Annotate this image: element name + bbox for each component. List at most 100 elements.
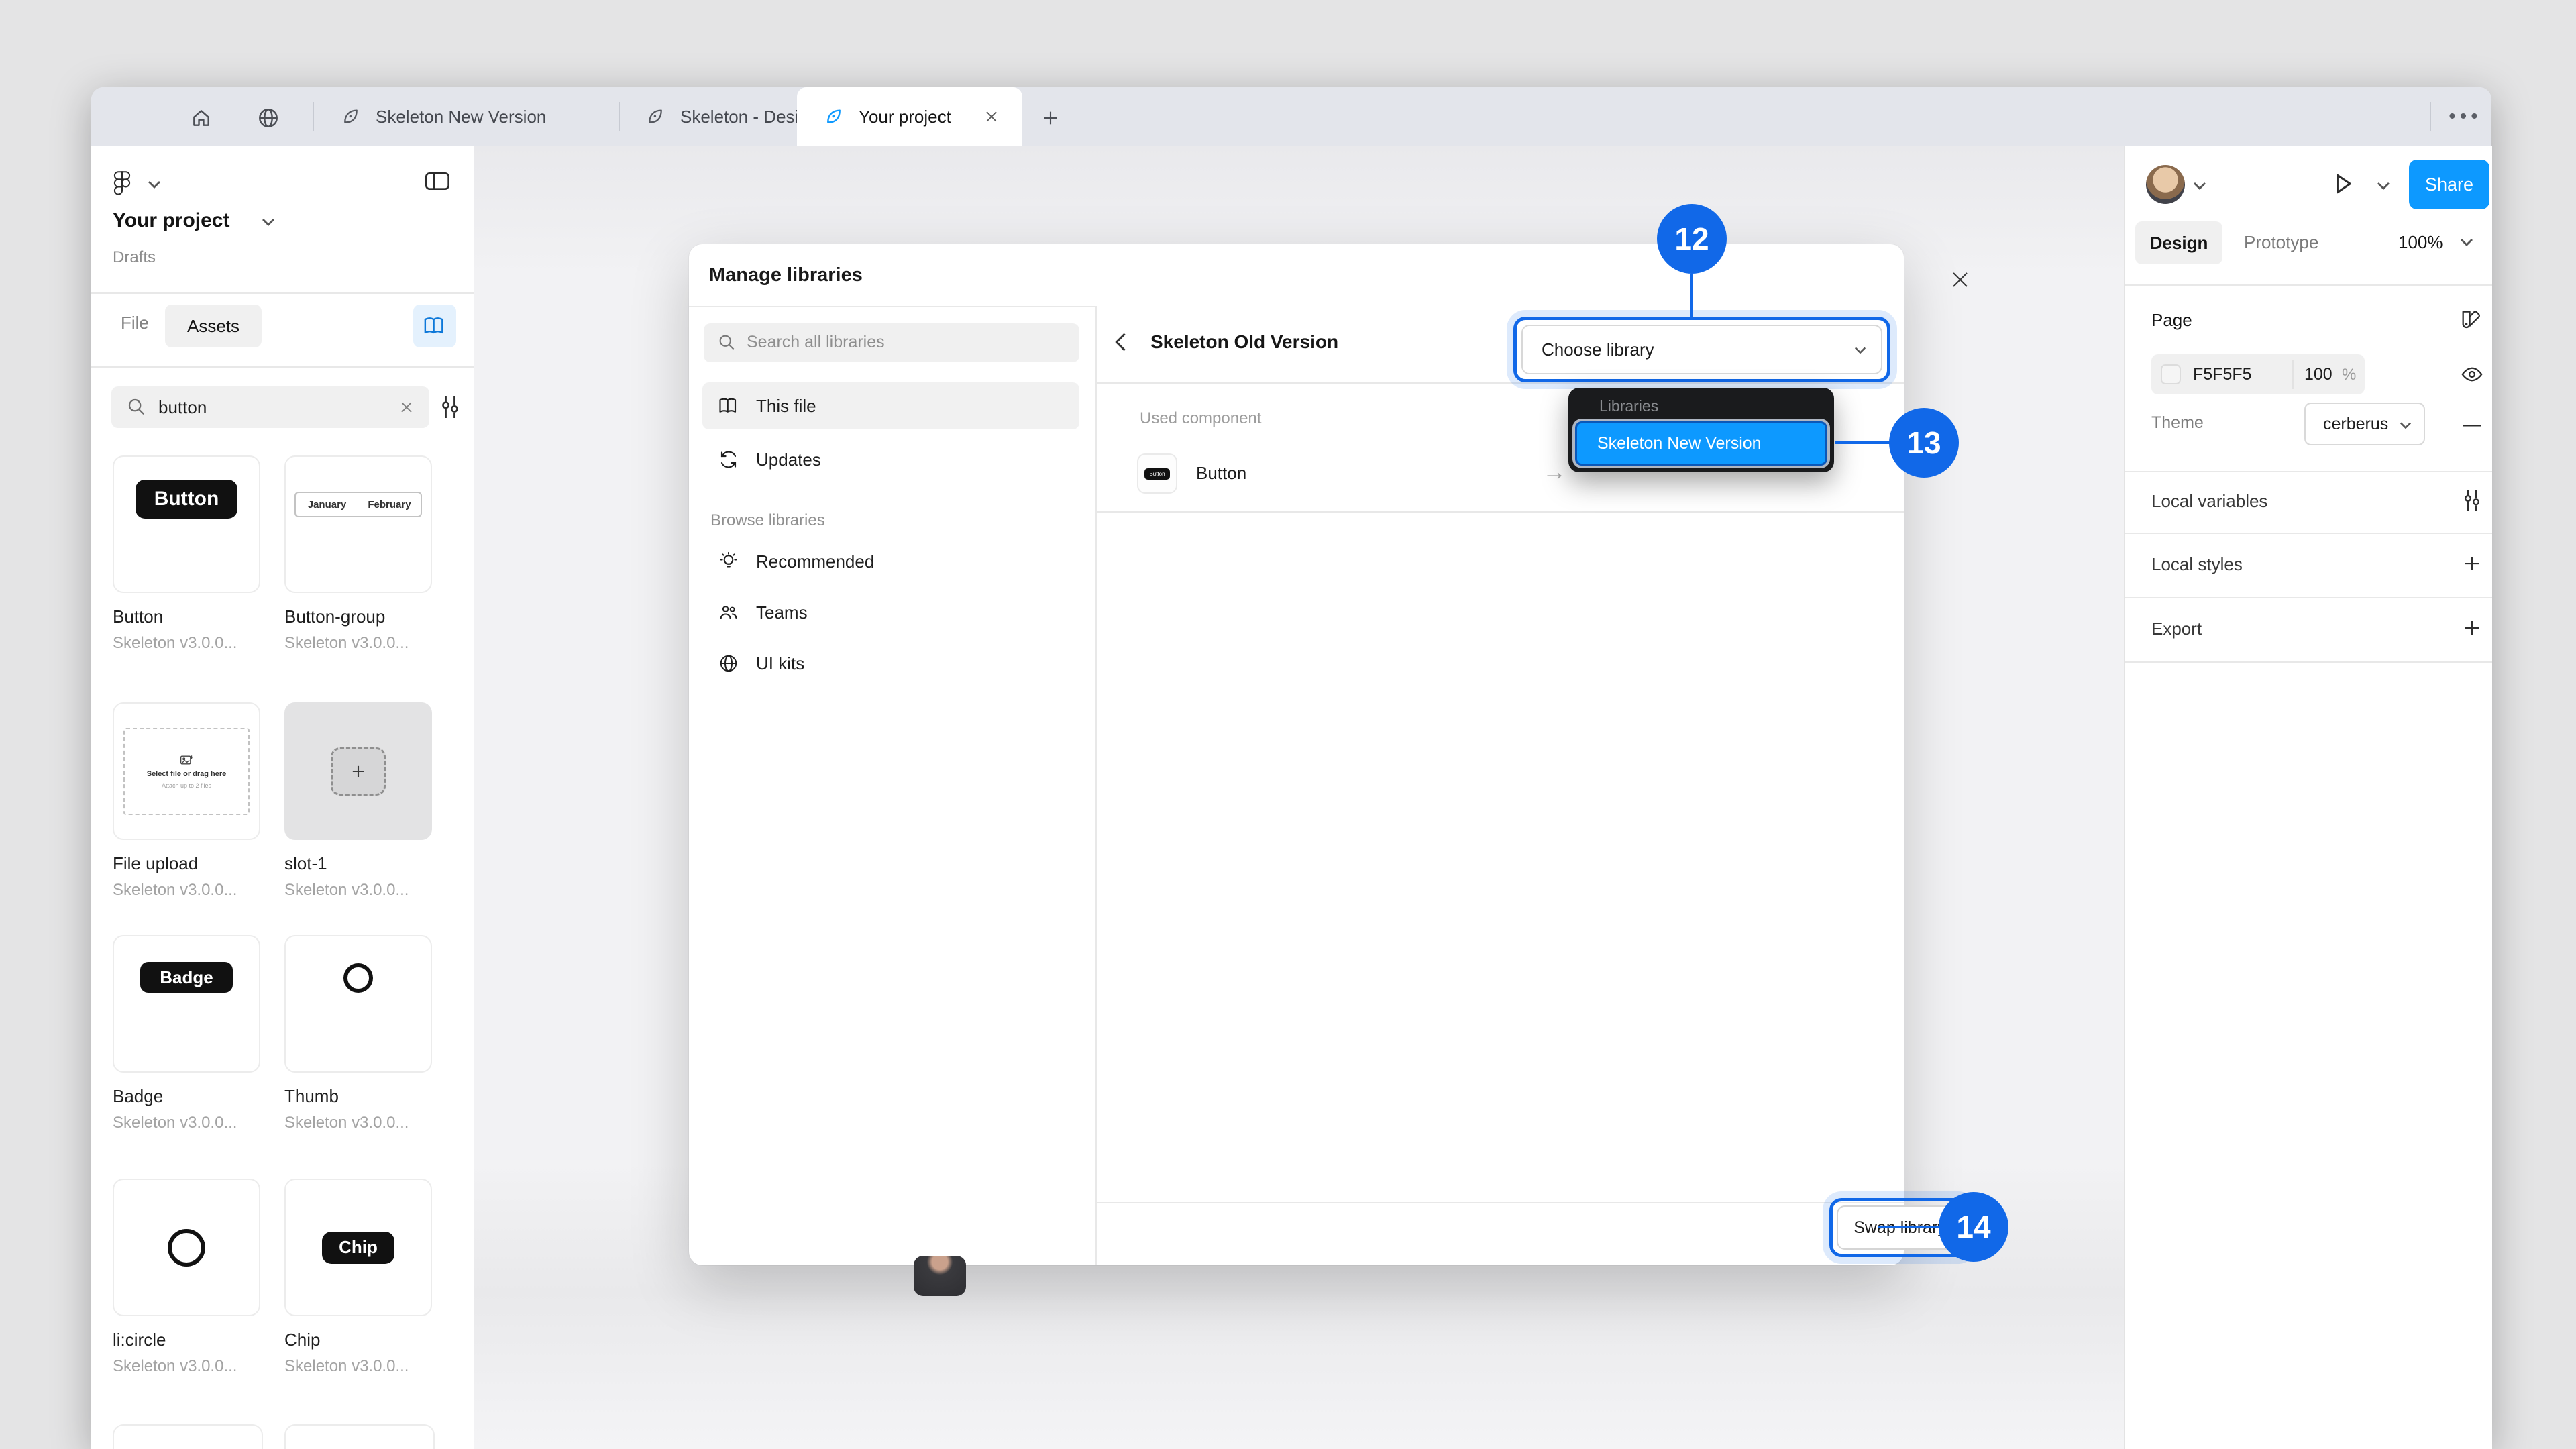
- library-search-input[interactable]: Search all libraries: [704, 323, 1079, 362]
- button-group-preview: January February: [294, 492, 422, 517]
- asset-library: Skeleton v3.0.0...: [284, 634, 432, 653]
- tab-assets-active[interactable]: Assets: [165, 305, 262, 347]
- chevron-down-icon[interactable]: [262, 217, 275, 227]
- nav-label: This file: [756, 396, 816, 417]
- choose-library-select[interactable]: Choose library: [1521, 325, 1882, 374]
- tab-label: Your project: [859, 87, 951, 146]
- button-preview: Button: [136, 480, 237, 519]
- clear-search-icon[interactable]: [394, 395, 419, 419]
- tab-design-active[interactable]: Design: [2135, 221, 2222, 264]
- globe-icon: [718, 653, 739, 674]
- opacity-value[interactable]: 100: [2304, 365, 2332, 384]
- tab-file[interactable]: File: [121, 313, 149, 333]
- tab-your-project-active[interactable]: Your project: [797, 87, 1022, 146]
- asset-name: Button-group: [284, 606, 432, 627]
- asset-name: Button: [113, 606, 260, 627]
- nav-recommended[interactable]: Recommended: [702, 539, 1079, 584]
- divider: [1095, 382, 1904, 384]
- project-title[interactable]: Your project: [113, 209, 229, 232]
- figma-file-icon-active: [824, 106, 844, 127]
- nav-ui-kits[interactable]: UI kits: [702, 641, 1079, 686]
- new-tab-plus-icon[interactable]: [1036, 103, 1065, 133]
- remove-theme-minus-icon[interactable]: —: [2457, 409, 2487, 439]
- chevron-down-icon: [2400, 421, 2412, 429]
- browse-community-icon[interactable]: [254, 103, 283, 133]
- tab-separator: [2430, 102, 2431, 131]
- close-modal-icon[interactable]: [1942, 262, 1978, 298]
- divider: [91, 292, 474, 294]
- browser-tabbar: Skeleton New Version Skeleton - Design Y…: [91, 87, 2491, 146]
- asset-card-chip[interactable]: Chip Chip Skeleton v3.0.0...: [284, 1179, 432, 1376]
- color-swatch[interactable]: [2161, 364, 2181, 384]
- asset-card-button[interactable]: Button Button Skeleton v3.0.0...: [113, 455, 260, 653]
- color-hex-value[interactable]: F5F5F5: [2193, 365, 2252, 384]
- search-icon: [126, 396, 146, 417]
- divider: [2125, 661, 2492, 663]
- library-book-icon[interactable]: [413, 305, 456, 347]
- chip-preview: Chip: [322, 1232, 394, 1264]
- variables-sliders-icon[interactable]: [2457, 486, 2487, 515]
- nav-updates[interactable]: Updates: [702, 436, 1079, 483]
- nav-teams[interactable]: Teams: [702, 590, 1079, 635]
- zoom-level[interactable]: 100%: [2398, 232, 2443, 253]
- people-icon: [718, 602, 739, 623]
- asset-card-slot-1[interactable]: slot-1 Skeleton v3.0.0...: [284, 702, 432, 900]
- section-export: Export: [2151, 619, 2202, 639]
- chevron-down-icon[interactable]: [148, 180, 161, 189]
- choose-library-focus-ring: Choose library: [1513, 317, 1890, 382]
- asset-name: Chip: [284, 1330, 432, 1350]
- asset-card-button-group[interactable]: January February Button-group Skeleton v…: [284, 455, 432, 653]
- filter-sliders-icon[interactable]: [433, 390, 467, 424]
- nav-label: Teams: [756, 602, 808, 623]
- add-export-plus-icon[interactable]: [2457, 613, 2487, 643]
- thumb-preview: [343, 963, 373, 993]
- asset-library: Skeleton v3.0.0...: [284, 1357, 432, 1376]
- project-subtitle: Drafts: [113, 248, 156, 267]
- figma-file-icon: [341, 106, 361, 127]
- nav-this-file-active[interactable]: This file: [702, 382, 1079, 429]
- home-icon[interactable]: [186, 103, 216, 133]
- theme-select[interactable]: cerberus: [2304, 402, 2425, 445]
- figma-logo-icon[interactable]: [113, 170, 131, 197]
- page-color-row[interactable]: F5F5F5 100 %: [2151, 354, 2365, 394]
- assets-search-input[interactable]: button: [111, 386, 429, 428]
- opacity-unit: %: [2342, 366, 2356, 384]
- divider: [2125, 471, 2492, 472]
- figma-file-icon: [645, 106, 665, 127]
- asset-name: slot-1: [284, 853, 432, 874]
- asset-card-badge[interactable]: Badge Badge Skeleton v3.0.0...: [113, 935, 260, 1132]
- divider: [1095, 511, 1904, 513]
- asset-name: Thumb: [284, 1086, 432, 1107]
- asset-card-file-upload[interactable]: Select file or drag here Attach up to 2 …: [113, 702, 260, 900]
- more-menu-icon[interactable]: •••: [2439, 102, 2491, 131]
- back-chevron-icon[interactable]: [1108, 329, 1134, 356]
- annotation-line-12: [1690, 274, 1693, 317]
- asset-name: li:circle: [113, 1330, 260, 1350]
- screenshot-root: Skeleton New Version Skeleton - Design Y…: [0, 0, 2576, 1449]
- close-tab-icon[interactable]: [979, 105, 1004, 129]
- tab-prototype[interactable]: Prototype: [2244, 232, 2318, 253]
- badge-preview: Badge: [140, 962, 233, 993]
- asset-library: Skeleton v3.0.0...: [284, 881, 432, 900]
- swatch-book-icon[interactable]: [2457, 306, 2484, 333]
- add-style-plus-icon[interactable]: [2457, 549, 2487, 578]
- nav-label: Updates: [756, 449, 821, 470]
- visibility-eye-icon[interactable]: [2457, 360, 2487, 389]
- page-section-label: Page: [2151, 310, 2192, 331]
- chevron-down-icon[interactable]: [2460, 237, 2473, 247]
- asset-card-partial[interactable]: [284, 1424, 435, 1449]
- share-button[interactable]: Share: [2409, 160, 2489, 209]
- menu-item-skeleton-new-version[interactable]: Skeleton New Version: [1575, 421, 1827, 466]
- asset-library: Skeleton v3.0.0...: [113, 634, 260, 653]
- asset-card-thumb[interactable]: Thumb Skeleton v3.0.0...: [284, 935, 432, 1132]
- asset-card-partial[interactable]: [113, 1424, 263, 1449]
- libraries-dropdown-menu: Libraries Skeleton New Version: [1568, 388, 1834, 472]
- asset-card-li-circle[interactable]: li:circle Skeleton v3.0.0...: [113, 1179, 260, 1376]
- chevron-down-icon[interactable]: [2193, 181, 2206, 191]
- tab-skeleton-new-version[interactable]: Skeleton New Version: [314, 87, 617, 146]
- toggle-sidebar-icon[interactable]: [419, 165, 456, 197]
- avatar[interactable]: [2146, 165, 2185, 204]
- present-play-icon[interactable]: [2326, 166, 2361, 201]
- chevron-down-icon[interactable]: [2377, 181, 2390, 191]
- component-name: Button: [1196, 463, 1246, 484]
